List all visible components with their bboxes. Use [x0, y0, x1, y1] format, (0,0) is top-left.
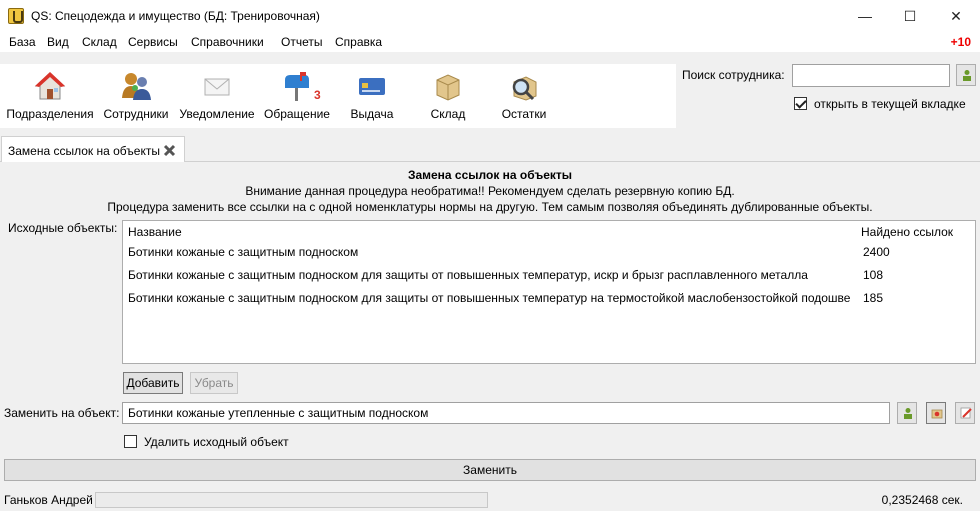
menu-sklad[interactable]: Склад	[82, 35, 117, 49]
menu-bar: База Вид Склад Сервисы Справочники Отчет…	[0, 32, 980, 52]
toolbar-issue-label: Выдача	[350, 107, 394, 121]
open-in-tab-label: открыть в текущей вкладке	[814, 97, 966, 111]
open-in-tab-checkbox[interactable]	[794, 97, 807, 110]
envelope-icon	[204, 78, 230, 96]
employee-search-input[interactable]	[792, 64, 950, 87]
maximize-button[interactable]: ☐	[887, 0, 933, 32]
toolbar-warehouse-button[interactable]: Склад	[416, 64, 480, 128]
toolbar-appeal-label: Обращение	[264, 107, 330, 121]
card-icon	[359, 78, 385, 95]
toolbar-departments-label: Подразделения	[6, 107, 94, 121]
edit-icon	[960, 407, 972, 419]
menu-spravochniki[interactable]: Справочники	[191, 35, 264, 49]
status-elapsed-time: 0,2352468 сек.	[881, 493, 963, 507]
table-row-2-name[interactable]: Ботинки кожаные с защитным подноском для…	[128, 268, 808, 282]
tab-close-icon[interactable]	[163, 144, 176, 157]
pick-object-icon	[904, 408, 912, 419]
replace-with-select-button[interactable]	[897, 402, 917, 424]
delete-source-label: Удалить исходный объект	[144, 435, 289, 449]
person-pick-icon	[963, 70, 971, 81]
app-icon	[8, 8, 24, 24]
toolbar-employees-label: Сотрудники	[103, 107, 169, 121]
menu-otchety[interactable]: Отчеты	[281, 35, 322, 49]
table-row-2-count[interactable]: 108	[863, 268, 883, 282]
toolbar-issue-button[interactable]: Выдача	[340, 64, 404, 128]
table-row-1-name[interactable]: Ботинки кожаные с защитным подноском	[128, 245, 358, 259]
description-text: Процедура заменить все ссылки на с одной…	[107, 200, 873, 214]
mailbox-icon	[285, 72, 309, 101]
source-objects-table[interactable]: Название Найдено ссылок Ботинки кожаные …	[122, 220, 976, 364]
menu-servisy[interactable]: Сервисы	[128, 35, 178, 49]
menu-vid[interactable]: Вид	[47, 35, 69, 49]
employee-search-select-button[interactable]	[956, 64, 976, 86]
box-icon	[436, 74, 460, 101]
column-header-name[interactable]: Название	[128, 225, 182, 239]
delete-source-checkbox[interactable]	[124, 435, 137, 448]
toolbar-appeal-button[interactable]: 3 Обращение	[262, 64, 332, 128]
table-row-1-count[interactable]: 2400	[863, 245, 890, 259]
appeal-count-badge: 3	[314, 88, 321, 102]
menu-baza[interactable]: База	[9, 35, 36, 49]
tab-replace-references-label: Замена ссылок на объекты	[8, 144, 160, 158]
replace-with-label: Заменить на объект:	[4, 406, 120, 420]
add-button[interactable]: Добавить	[123, 372, 183, 394]
table-row-3-name[interactable]: Ботинки кожаные с защитным подноском для…	[128, 291, 850, 305]
people-icon	[122, 73, 151, 100]
notification-badge[interactable]: +10	[951, 35, 971, 49]
close-button[interactable]: ✕	[933, 0, 979, 32]
menu-spravka[interactable]: Справка	[335, 35, 382, 49]
employee-search-label: Поиск сотрудника:	[682, 68, 785, 82]
tab-replace-references[interactable]: Замена ссылок на объекты	[1, 136, 185, 163]
toolbar-employees-button[interactable]: Сотрудники	[100, 64, 172, 128]
window-title: QS: Спецодежда и имущество (БД: Трениров…	[31, 9, 320, 23]
minimize-button[interactable]: —	[842, 0, 888, 32]
open-object-icon	[931, 409, 943, 419]
toolbar-notification-button[interactable]: Уведомление	[176, 64, 258, 128]
house-icon	[34, 72, 66, 100]
replace-button[interactable]: Заменить	[4, 459, 976, 481]
magnifier-icon	[512, 76, 537, 101]
toolbar-departments-button[interactable]: Подразделения	[4, 64, 96, 128]
replace-with-open-button[interactable]	[926, 402, 946, 424]
replace-with-edit-button[interactable]	[955, 402, 975, 424]
document-tabs: Замена ссылок на объекты	[0, 136, 980, 163]
column-header-found[interactable]: Найдено ссылок	[861, 225, 953, 239]
toolbar-notification-label: Уведомление	[179, 107, 255, 121]
toolbar-warehouse-label: Склад	[430, 107, 466, 121]
source-objects-label: Исходные объекты:	[8, 221, 118, 235]
replace-with-input[interactable]	[122, 402, 890, 424]
toolbar-stock-label: Остатки	[501, 107, 547, 121]
status-bar: Ганьков Андрей 0,2352468 сек.	[0, 489, 980, 511]
status-progress-field	[95, 492, 488, 508]
toolbar-stock-button[interactable]: Остатки	[490, 64, 558, 128]
status-user: Ганьков Андрей	[4, 493, 93, 507]
main-toolbar: Подразделения Сотрудники Уведомление 3 О…	[0, 64, 676, 128]
page-title: Замена ссылок на объекты	[407, 168, 573, 182]
warning-text: Внимание данная процедура необратима!! Р…	[245, 184, 735, 198]
title-bar: QS: Спецодежда и имущество (БД: Трениров…	[0, 0, 980, 32]
table-row-3-count[interactable]: 185	[863, 291, 883, 305]
remove-button[interactable]: Убрать	[190, 372, 238, 394]
